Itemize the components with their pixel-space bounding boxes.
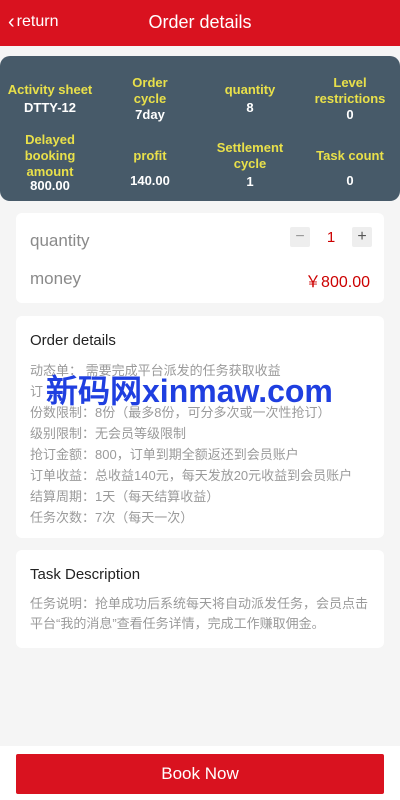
stat-value: 8 (246, 100, 254, 115)
stat-label: Settlement cycle (216, 140, 284, 171)
quantity-value[interactable]: 1 (310, 229, 352, 246)
task-description-card: Task Description 任务说明：抢单成功后系统每天将自动派发任务，会… (16, 550, 384, 648)
stat-value: 7day (135, 107, 165, 122)
quantity-stepper: − 1 + (290, 227, 372, 247)
stats-panel: Activity sheet DTTY-12 Order cycle 7day … (0, 56, 400, 201)
stat-value: 0 (346, 173, 354, 188)
stat-value: 800.00 (30, 178, 70, 193)
detail-line: 级别限制：无会员等级限制 (30, 426, 187, 441)
task-title: Task Description (30, 566, 141, 583)
stat-value: DTTY-12 (23, 100, 76, 115)
stat-activity-sheet: Activity sheet DTTY-12 (0, 82, 100, 116)
footer-bar: Book Now (0, 746, 400, 800)
details-title: Order details (30, 332, 116, 349)
stat-label: Level restrictions (314, 75, 386, 106)
page-title: Order details (148, 12, 252, 32)
money-label: money (30, 269, 82, 288)
stat-label: Task count (316, 148, 384, 163)
stat-label: Activity sheet (7, 82, 93, 97)
stat-value: 1 (246, 174, 254, 189)
stat-label: Delayed booking amount (24, 132, 76, 179)
increment-button[interactable]: + (352, 227, 372, 247)
detail-line: 任务次数：7次（每天一次） (30, 510, 194, 525)
stat-value: 0 (346, 107, 354, 122)
stat-level-restrictions: Level restrictions 0 (300, 75, 400, 123)
stat-quantity: quantity 8 (200, 82, 300, 116)
header-bar: ‹ return Order details (0, 0, 400, 46)
stat-label: profit (133, 148, 167, 163)
stat-order-cycle: Order cycle 7day (100, 75, 200, 123)
detail-line: 订 (30, 384, 44, 399)
watermark-overlay: 新码网xinmaw.com (46, 373, 333, 409)
order-details-card: Order details 动态单： 需要完成平台派发的任务获取收益 订 份数限… (16, 316, 384, 538)
stat-delayed-booking-amount: Delayed booking amount 800.00 (0, 132, 100, 194)
stat-label: quantity (224, 82, 276, 97)
stat-profit: profit 140.00 (100, 148, 200, 189)
decrement-button[interactable]: − (290, 227, 310, 247)
money-value: ￥800.00 (305, 274, 370, 291)
task-text: 任务说明：抢单成功后系统每天将自动派发任务，会员点击平台“我的消息”查看任务详情… (30, 596, 369, 631)
detail-line: 结算周期：1天（每天结算收益） (30, 489, 220, 504)
order-form-card: quantity − 1 + money ￥800.00 (16, 213, 384, 303)
stat-settlement-cycle: Settlement cycle 1 (200, 140, 300, 190)
stat-task-count: Task count 0 (300, 148, 400, 189)
detail-line: 订单收益：总收益140元，每天发放20元收益到会员账户 (30, 468, 353, 483)
stat-value: 140.00 (130, 173, 170, 188)
book-now-button[interactable]: Book Now (16, 754, 384, 794)
stat-label: Order cycle (132, 75, 168, 106)
quantity-label: quantity (30, 231, 90, 250)
detail-line: 抢订金额：800，订单到期全额返还到会员账户 (30, 447, 299, 462)
